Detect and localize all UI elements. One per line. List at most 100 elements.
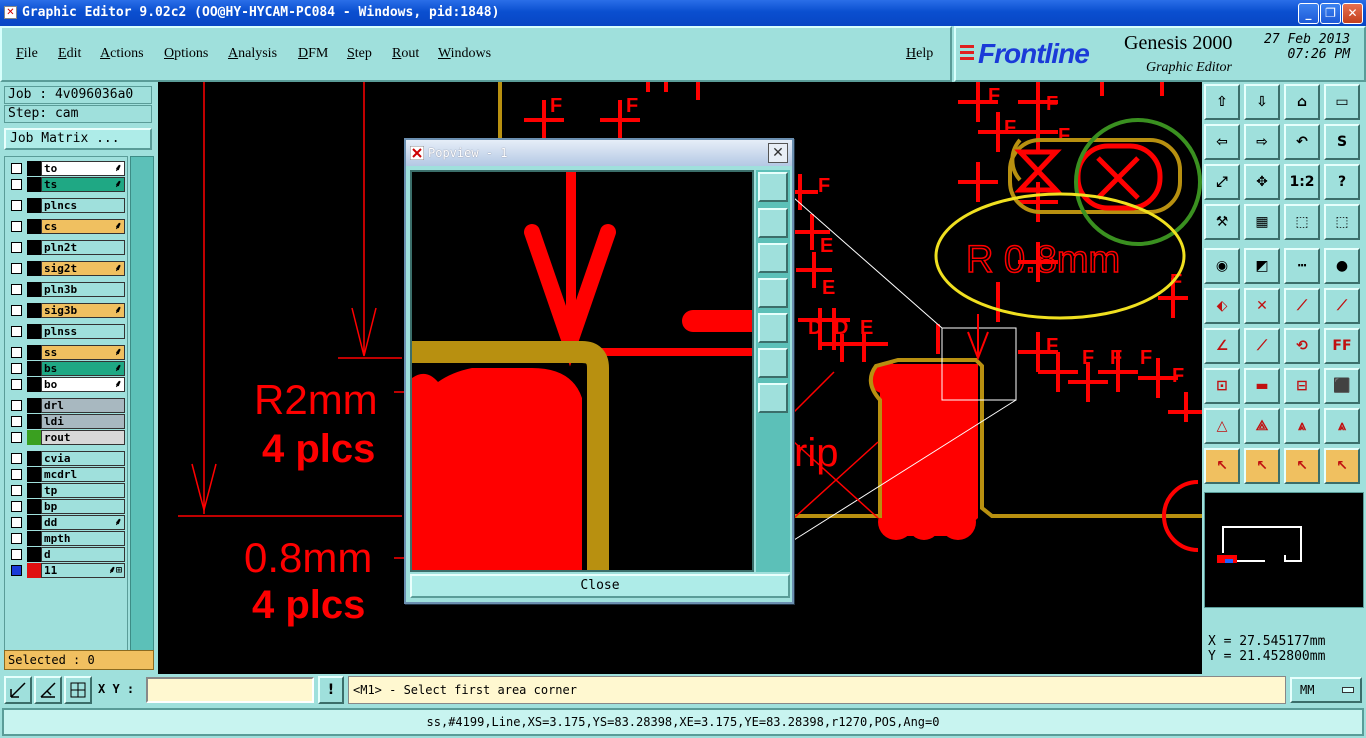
- layer-name[interactable]: ss ⸙: [41, 345, 125, 360]
- layer-color-swatch[interactable]: [27, 398, 41, 413]
- tool-segment-icon[interactable]: ▬: [1244, 368, 1280, 404]
- tool-snap-point-icon[interactable]: ⊡: [1204, 368, 1240, 404]
- tool-layers-icon[interactable]: ⬚: [1284, 204, 1320, 240]
- layer-name[interactable]: cvia: [41, 451, 125, 466]
- layer-checkbox[interactable]: [11, 485, 22, 496]
- snap-grid-icon[interactable]: [64, 676, 92, 704]
- layer-row-rout[interactable]: rout: [7, 430, 127, 445]
- tool-triangle-blue-icon[interactable]: ⩓: [1324, 408, 1360, 444]
- layer-checkbox[interactable]: [11, 305, 22, 316]
- layer-row-bo[interactable]: bo ⸙: [7, 377, 127, 392]
- tool-line-edit-icon[interactable]: ∠: [1204, 328, 1240, 364]
- layer-checkbox[interactable]: [11, 565, 22, 576]
- tool-s-shape-icon[interactable]: S: [1324, 124, 1360, 160]
- popview-close-icon[interactable]: ✕: [768, 143, 788, 163]
- layer-row-to[interactable]: to ⸙: [7, 161, 127, 176]
- tool-pointer-path-icon[interactable]: ↖: [1324, 448, 1360, 484]
- layer-name[interactable]: pln2t: [41, 240, 125, 255]
- layer-name[interactable]: dd ⸙: [41, 515, 125, 530]
- overview-preview[interactable]: [1204, 492, 1364, 608]
- layer-checkbox[interactable]: [11, 432, 22, 443]
- tool-arc-icon[interactable]: ⟲: [1284, 328, 1320, 364]
- job-matrix-button[interactable]: Job Matrix ...: [4, 128, 152, 150]
- menu-actions[interactable]: Actions: [100, 46, 144, 62]
- layer-row-ldi[interactable]: ldi: [7, 414, 127, 429]
- layer-color-swatch[interactable]: [27, 531, 41, 546]
- layer-checkbox[interactable]: [11, 284, 22, 295]
- layer-checkbox[interactable]: [11, 326, 22, 337]
- maximize-button[interactable]: ❐: [1320, 3, 1341, 24]
- layer-checkbox[interactable]: [11, 263, 22, 274]
- layer-color-swatch[interactable]: [27, 240, 41, 255]
- tool-pointer-circle-icon[interactable]: ↖: [1284, 448, 1320, 484]
- tool-pointer-icon[interactable]: ↖: [1204, 448, 1240, 484]
- tool-grid-icon[interactable]: ▦: [1244, 204, 1280, 240]
- layer-row-bp[interactable]: bp: [7, 499, 127, 514]
- menu-analysis[interactable]: Analysis: [228, 46, 277, 62]
- popview-canvas[interactable]: [410, 170, 754, 572]
- layer-list-scrollbar[interactable]: [130, 156, 154, 664]
- popview-zoom-out-icon[interactable]: [758, 383, 788, 413]
- layer-checkbox[interactable]: [11, 549, 22, 560]
- layer-color-swatch[interactable]: [27, 282, 41, 297]
- layer-color-swatch[interactable]: [27, 563, 41, 578]
- tool-box-select-icon[interactable]: ⊟: [1284, 368, 1320, 404]
- tool-pointer-box-icon[interactable]: ↖: [1244, 448, 1280, 484]
- layer-checkbox[interactable]: [11, 221, 22, 232]
- popview-zoom-in-icon[interactable]: [758, 348, 788, 378]
- popview-close-button[interactable]: Close: [410, 574, 790, 598]
- layer-row-cvia[interactable]: cvia: [7, 451, 127, 466]
- layer-color-swatch[interactable]: [27, 161, 41, 176]
- tool-move-right-icon[interactable]: ⇨: [1244, 124, 1280, 160]
- layer-checkbox[interactable]: [11, 347, 22, 358]
- layer-name[interactable]: to ⸙: [41, 161, 125, 176]
- layer-color-swatch[interactable]: [27, 467, 41, 482]
- layer-row-plnss[interactable]: plnss: [7, 324, 127, 339]
- layer-row-tp[interactable]: tp: [7, 483, 127, 498]
- layer-color-swatch[interactable]: [27, 219, 41, 234]
- layer-color-swatch[interactable]: [27, 499, 41, 514]
- tool-help-icon[interactable]: ?: [1324, 164, 1360, 200]
- tool-measure-select-icon[interactable]: ◩: [1244, 248, 1280, 284]
- layer-name[interactable]: plnss: [41, 324, 125, 339]
- tool-home-icon[interactable]: ⌂: [1284, 84, 1320, 120]
- tool-pad-icon[interactable]: ◉: [1204, 248, 1240, 284]
- popview-zoom-icon[interactable]: [758, 172, 788, 202]
- layer-row-11[interactable]: 11 ⸙⊞: [7, 563, 127, 578]
- tool-triangle-alt-icon[interactable]: ⟁: [1244, 408, 1280, 444]
- menu-step[interactable]: Step: [347, 46, 372, 62]
- layer-name[interactable]: cs ⸙: [41, 219, 125, 234]
- xy-input[interactable]: [146, 677, 314, 703]
- app-icon[interactable]: ✕: [4, 6, 17, 19]
- layer-checkbox[interactable]: [11, 363, 22, 374]
- tool-window-icon[interactable]: ▭: [1324, 84, 1360, 120]
- menu-options[interactable]: Options: [164, 46, 208, 62]
- layer-checkbox[interactable]: [11, 416, 22, 427]
- layer-color-swatch[interactable]: [27, 324, 41, 339]
- popview-title-bar[interactable]: Popview - 1 ✕: [406, 140, 792, 166]
- tool-cross-icon[interactable]: ✕: [1244, 288, 1280, 324]
- menu-rout[interactable]: Rout: [392, 46, 419, 62]
- layer-checkbox[interactable]: [11, 400, 22, 411]
- layer-color-swatch[interactable]: [27, 547, 41, 562]
- popview-window[interactable]: Popview - 1 ✕ Close: [404, 138, 794, 604]
- menu-edit[interactable]: Edit: [58, 46, 81, 62]
- layer-name[interactable]: bo ⸙: [41, 377, 125, 392]
- layer-name[interactable]: bs ⸙: [41, 361, 125, 376]
- layer-name[interactable]: 11 ⸙⊞: [41, 563, 125, 578]
- tool-line-draw-icon[interactable]: ⟋: [1244, 328, 1280, 364]
- tool-nodes-icon[interactable]: ⬖: [1204, 288, 1240, 324]
- tool-zoom-center-icon[interactable]: ✥: [1244, 164, 1280, 200]
- layer-row-mcdrl[interactable]: mcdrl: [7, 467, 127, 482]
- tool-triangle-outline-icon[interactable]: ⩓: [1284, 408, 1320, 444]
- menu-dfm[interactable]: DFM: [298, 46, 328, 62]
- layer-checkbox[interactable]: [11, 533, 22, 544]
- close-window-button[interactable]: ✕: [1342, 3, 1363, 24]
- layer-checkbox[interactable]: [11, 379, 22, 390]
- layer-color-swatch[interactable]: [27, 377, 41, 392]
- layer-row-mpth[interactable]: mpth: [7, 531, 127, 546]
- tool-tools-icon[interactable]: ⚒: [1204, 204, 1240, 240]
- tool-move-down-icon[interactable]: ⇩: [1244, 84, 1280, 120]
- layer-row-bs[interactable]: bs ⸙: [7, 361, 127, 376]
- layer-checkbox[interactable]: [11, 242, 22, 253]
